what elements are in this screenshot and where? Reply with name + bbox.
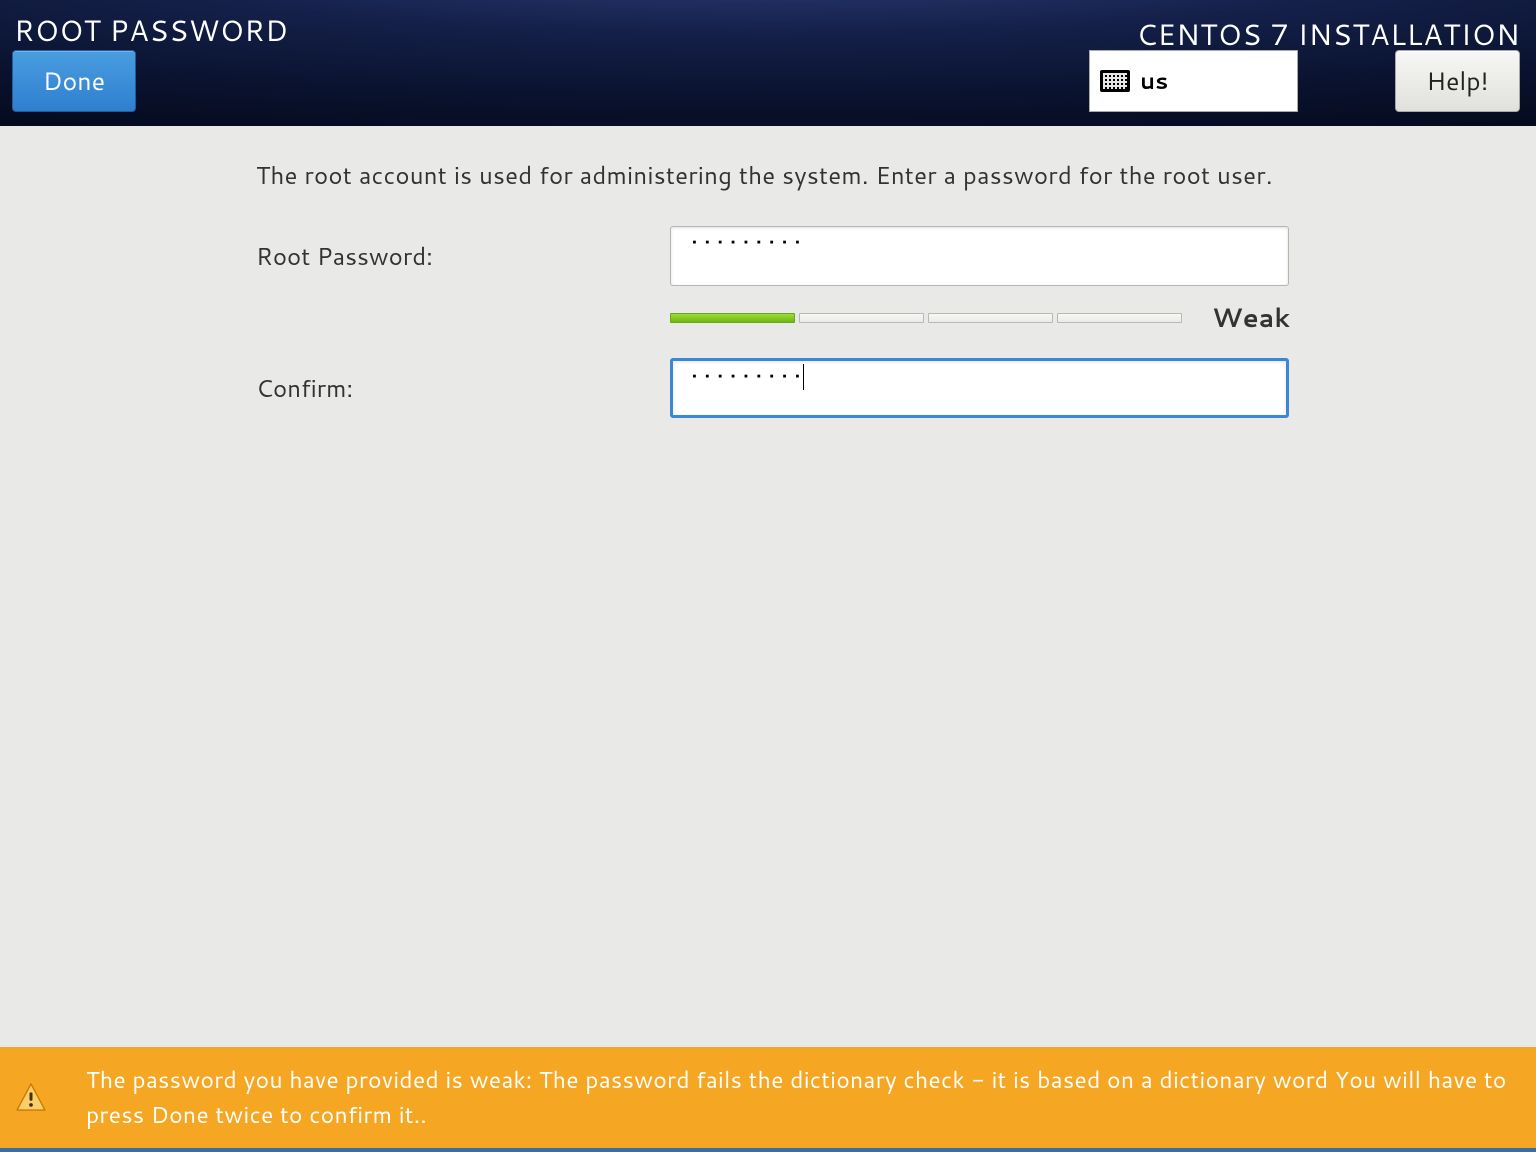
strength-segment-4 [1057,313,1182,323]
description-text: The root account is used for administeri… [256,158,1536,192]
warning-icon [16,1083,46,1111]
keyboard-layout-selector[interactable]: us [1089,50,1298,112]
confirm-password-input[interactable]: ••••••••• [670,358,1289,418]
installer-title: CENTOS 7 INSTALLATION [1136,14,1520,55]
strength-segment-3 [928,313,1053,323]
root-password-input[interactable]: ••••••••• [670,226,1289,286]
password-strength-meter [670,313,1182,323]
confirm-password-label: Confirm: [256,371,670,405]
header: ROOT PASSWORD CENTOS 7 INSTALLATION Done… [0,0,1536,126]
warning-bar: The password you have provided is weak: … [0,1047,1536,1152]
password-strength-label: Weak [1212,300,1290,336]
text-caret [803,364,804,390]
strength-segment-2 [799,313,924,323]
root-password-row: Root Password: ••••••••• [256,226,1536,286]
keyboard-icon [1100,70,1130,92]
password-strength-row: Weak [670,300,1536,336]
help-button[interactable]: Help! [1395,50,1520,112]
warning-message: The password you have provided is weak: … [86,1063,1514,1134]
keyboard-layout-label: us [1140,65,1168,97]
content: The root account is used for administeri… [0,126,1536,418]
done-button-label: Done [43,64,105,99]
confirm-password-value: ••••••••• [691,361,807,392]
root-password-value: ••••••••• [691,227,807,258]
root-password-label: Root Password: [256,239,670,273]
strength-segment-1 [670,313,795,323]
help-button-label: Help! [1426,64,1488,99]
confirm-password-row: Confirm: ••••••••• [256,358,1536,418]
done-button[interactable]: Done [12,50,136,112]
